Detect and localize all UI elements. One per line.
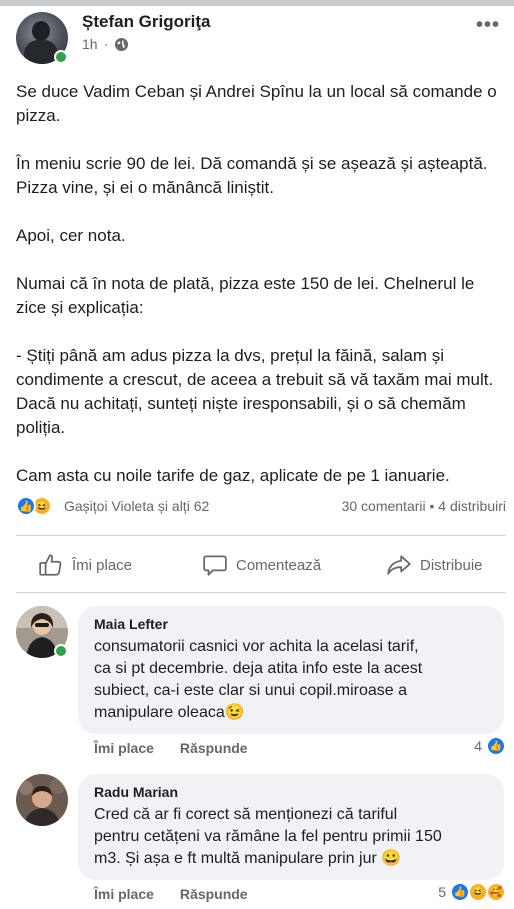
top-strip xyxy=(0,0,514,6)
post-paragraph: Cam asta cu noile tarife de gaz, aplicat… xyxy=(16,466,450,485)
comment-line: Cred că ar fi corect să menționezi că ta… xyxy=(94,806,398,823)
comment-text: Cred că ar fi corect să menționezi că ta… xyxy=(94,804,488,870)
comment-bubble: Maia Lefter consumatorii casnici vor ach… xyxy=(78,606,504,734)
comment-icon xyxy=(203,555,227,576)
comment-line: pentru cetățeni va rămâne la fel pentru … xyxy=(94,828,442,845)
post-paragraph: Apoi, cer nota. xyxy=(16,226,126,245)
divider xyxy=(16,535,506,536)
comment-button[interactable]: Comentează xyxy=(202,552,321,578)
comment-line: subiect, ca-i este clar si unui copil.mi… xyxy=(94,682,408,699)
post-header: Ștefan Grigoriţa 1h · ••• xyxy=(16,10,506,64)
post-paragraph: În meniu scrie 90 de lei. Dă comandă și … xyxy=(16,154,488,197)
online-status-indicator xyxy=(54,50,68,64)
comment-reply-button[interactable]: Răspunde xyxy=(180,886,248,902)
share-button-label: Distribuie xyxy=(420,556,483,574)
comment-like-button[interactable]: Îmi place xyxy=(94,740,154,756)
post-paragraph: Numai că în nota de plată, pizza este 15… xyxy=(16,274,475,317)
reaction-icons[interactable]: 👍 😆 xyxy=(16,496,52,516)
post-action-bar: Îmi place Comentează Distribuie xyxy=(16,548,506,588)
like-button-label: Îmi place xyxy=(72,556,133,574)
like-reaction-icon: 👍 xyxy=(450,882,470,902)
more-icon[interactable]: ••• xyxy=(476,14,500,37)
comment-button-label: Comentează xyxy=(236,556,322,574)
comment-line: m3. Și așa e ft multă manipulare prin ju… xyxy=(94,850,402,867)
reactions-names[interactable]: Gașițoi Violeta și alți 62 xyxy=(64,498,209,514)
online-status-indicator xyxy=(54,644,68,658)
haha-reaction-icon: 😆 xyxy=(468,882,488,902)
post-author-name[interactable]: Ștefan Grigoriţa xyxy=(82,12,210,32)
comment-actions: Îmi place Răspunde xyxy=(94,886,248,902)
comment-bubble: Radu Marian Cred că ar fi corect să menț… xyxy=(78,774,504,880)
commenter-avatar[interactable] xyxy=(16,774,68,826)
thumbs-up-icon xyxy=(39,554,62,576)
post-paragraph: - Știți până am adus pizza la dvs, prețu… xyxy=(16,346,494,437)
comment-text: consumatorii casnici vor achita la acela… xyxy=(94,636,488,724)
comment-like-button[interactable]: Îmi place xyxy=(94,886,154,902)
reactions-summary: 👍 😆 Gașițoi Violeta și alți 62 30 coment… xyxy=(16,495,506,519)
divider xyxy=(16,592,506,593)
commenter-name[interactable]: Maia Lefter xyxy=(94,616,488,632)
share-button[interactable]: Distribuie xyxy=(386,552,483,578)
post-paragraph: Se duce Vadim Ceban și Andrei Spînu la u… xyxy=(16,82,497,125)
comment-reaction-count: 4 xyxy=(474,738,482,754)
comment-reactions[interactable]: 4 👍 xyxy=(474,736,506,756)
comment-line: ca si pt decembrie. deja atita info este… xyxy=(94,660,423,677)
comment-actions: Îmi place Răspunde xyxy=(94,740,248,756)
comment-line: manipulare oleaca😉 xyxy=(94,704,245,721)
post-timestamp[interactable]: 1h xyxy=(82,36,98,52)
like-button[interactable]: Îmi place xyxy=(38,552,132,578)
like-reaction-icon: 👍 xyxy=(16,496,36,516)
share-icon xyxy=(387,555,411,575)
care-reaction-icon: 🥰 xyxy=(486,882,506,902)
post-meta: 1h · xyxy=(82,36,129,52)
comment-share-counts[interactable]: 30 comentarii • 4 distribuiri xyxy=(342,498,506,514)
comment-line: consumatorii casnici vor achita la acela… xyxy=(94,638,419,655)
commenter-name[interactable]: Radu Marian xyxy=(94,784,488,800)
post-text: Se duce Vadim Ceban și Andrei Spînu la u… xyxy=(16,80,502,512)
comment-reply-button[interactable]: Răspunde xyxy=(180,740,248,756)
comment-reactions[interactable]: 5 👍 😆 🥰 xyxy=(438,882,506,902)
comment-reaction-count: 5 xyxy=(438,884,446,900)
globe-icon xyxy=(115,37,129,51)
like-reaction-icon: 👍 xyxy=(486,736,506,756)
